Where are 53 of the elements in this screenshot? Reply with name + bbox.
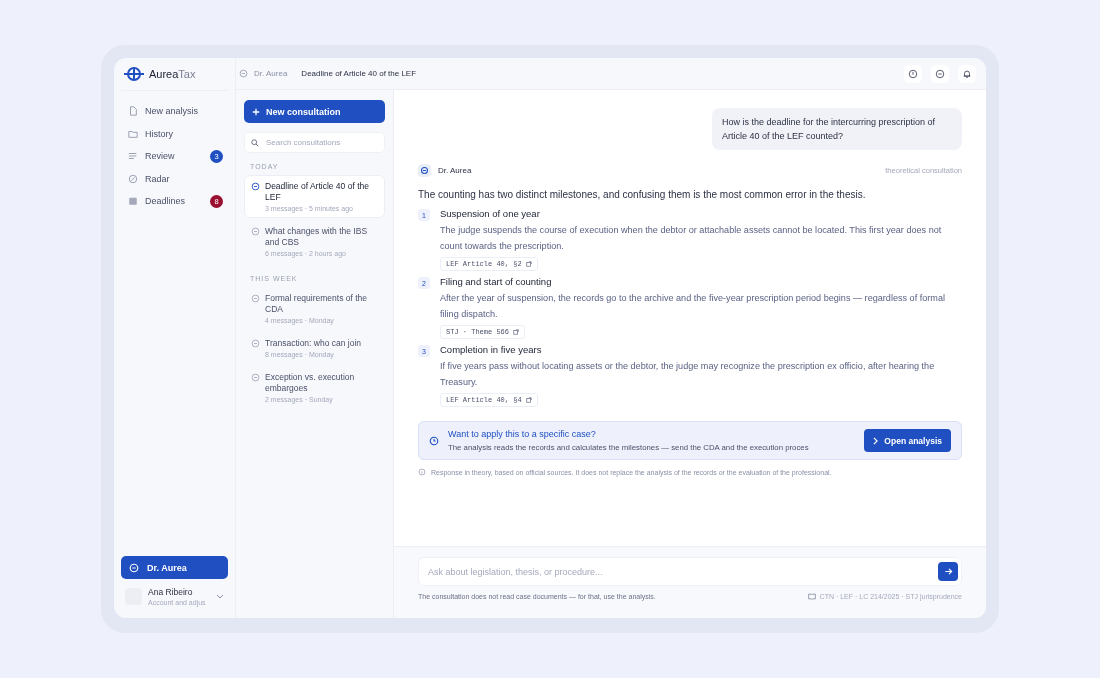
user-name: Ana Ribeiro xyxy=(148,587,194,597)
folder-icon xyxy=(128,128,138,139)
document-icon xyxy=(128,106,138,117)
chat-icon xyxy=(251,227,260,236)
user-message: How is the deadline for the intercurring prescription of Article 40 of the LEF counted? xyxy=(712,108,962,150)
search-icon xyxy=(251,139,259,147)
chevron-right-icon xyxy=(873,436,879,445)
step-title: Filing and start of counting xyxy=(440,276,552,287)
answer-intro: The counting has two distinct milestones, and confusing them is the most common error in the thesis. xyxy=(418,189,867,200)
open-analysis-button[interactable]: Open analysis xyxy=(864,429,951,452)
sidebar-item[interactable]: New analysis xyxy=(121,101,228,122)
chevron-down-icon[interactable] xyxy=(216,594,224,599)
brand-name: AureaTax xyxy=(149,68,196,80)
chat-icon xyxy=(935,68,945,79)
breadcrumb-title: Deadline of Article 40 of the LEF xyxy=(301,69,418,78)
sidebar-item[interactable]: Radar xyxy=(121,168,228,189)
sidebar-item[interactable]: History xyxy=(121,123,228,144)
book-icon xyxy=(807,593,816,600)
step-title: Suspension of one year xyxy=(440,208,540,219)
message-field[interactable]: Ask about legislation, thesis, or procedure... xyxy=(418,557,962,586)
chat-icon xyxy=(251,339,260,348)
clock-icon xyxy=(429,435,439,446)
chat-icon xyxy=(239,69,248,78)
step-title: Completion in five years xyxy=(440,344,542,355)
assistant-avatar-icon xyxy=(418,164,431,177)
step-text: After the year of suspension, the records go to the archive and the five-year prescription period begins — regardless of formal filing dispatch. xyxy=(440,292,946,321)
assistant-button[interactable]: Dr. Aurea xyxy=(121,556,228,579)
arrow-right-icon xyxy=(943,567,953,576)
info-icon xyxy=(418,468,426,476)
chat-button[interactable] xyxy=(931,64,949,83)
external-link-icon xyxy=(525,397,532,403)
assistant-name: Dr. Aurea xyxy=(438,166,473,175)
list-icon xyxy=(128,151,138,162)
chat-icon xyxy=(251,373,260,382)
bell-icon xyxy=(962,68,972,79)
new-consultation-button[interactable]: New consultation xyxy=(244,100,385,123)
chat-icon xyxy=(251,182,260,191)
chat-icon xyxy=(129,562,139,573)
callout-title: Want to apply this to a specific case? xyxy=(448,429,597,439)
step-text: The judge suspends the course of execution when the debtor or attachable assets cannot be located. This first year does not count towards the prescription. xyxy=(440,224,943,253)
plus-icon xyxy=(252,107,260,116)
step-text: If five years pass without locating assets or the debtor, the judge may recognize the prescription ex officio, after hearing the Treasury. xyxy=(440,360,936,389)
chat-icon xyxy=(251,294,260,303)
search-field[interactable]: Search consultations xyxy=(244,132,385,153)
external-link-icon xyxy=(513,329,519,335)
logo-icon xyxy=(124,67,144,81)
external-link-icon xyxy=(525,261,532,267)
compass-icon xyxy=(128,173,138,184)
calendar-icon xyxy=(128,196,138,207)
info-icon xyxy=(908,68,918,79)
send-button[interactable] xyxy=(938,562,958,581)
notification-button[interactable] xyxy=(958,64,976,83)
info-button[interactable] xyxy=(904,64,922,83)
